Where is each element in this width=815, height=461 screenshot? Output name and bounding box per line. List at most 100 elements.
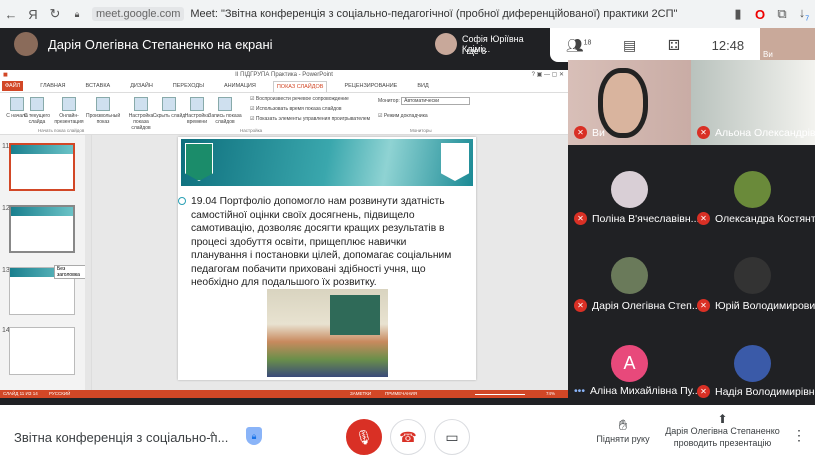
presenting-name: Дарія Олегівна Степаненко [665, 426, 780, 436]
ribbon-tabs: ФАЙЛ ГЛАВНАЯ ВСТАВКА ДИЗАЙН ПЕРЕХОДЫ АНИ… [0, 80, 568, 92]
others-more: і ще 8 [462, 46, 487, 56]
other-participants[interactable]: Софія Юріївна Клімі... і ще 8 [435, 30, 550, 60]
meet-bottom-bar: Звітна конференція з соціально-п... ^ 🔒︎… [0, 405, 815, 461]
tab-file[interactable]: ФАЙЛ [2, 81, 24, 91]
online-presentation-button[interactable]: Онлайн-презентация [52, 97, 86, 125]
activities-icon[interactable]: ⚃ [668, 37, 680, 54]
participant-tile[interactable]: ✕ Ви [568, 60, 691, 145]
url-field[interactable]: meet.google.com [92, 7, 185, 21]
participant-tile[interactable]: ✕ Дарія Олегівна Степ... [568, 235, 701, 323]
participant-name: Дарія Олегівна Степ... [592, 299, 701, 312]
back-icon[interactable]: ← [0, 7, 22, 22]
tab-transitions[interactable]: ПЕРЕХОДЫ [170, 81, 207, 91]
participant-avatar [734, 345, 771, 382]
tab-slideshow[interactable]: ПОКАЗ СЛАЙДОВ [272, 80, 328, 92]
hand-icon: ✋︎ [618, 417, 628, 434]
self-thumbnail[interactable]: Ви [760, 28, 815, 62]
narration-checkbox[interactable]: ☑ Воспроизвести речевое сопровождение [250, 96, 349, 102]
people-icon[interactable]: 👥︎18 [566, 37, 592, 54]
page-title: Meet: "Звітна конференція з соціально-пе… [190, 8, 678, 20]
mic-toggle-button[interactable]: 🎙︎ [346, 419, 382, 455]
yandex-icon[interactable]: Я [22, 7, 44, 22]
participant-name: Аліна Михайлівна Пу... [590, 385, 701, 397]
participant-name: Олександра Костянт... [715, 212, 815, 225]
presenting-button[interactable]: ⬆︎ Дарія Олегівна Степаненко проводить п… [665, 413, 780, 449]
participant-avatar [734, 171, 771, 208]
browser-toolbar: ← Я ↻ 🔒︎ meet.google.com Meet: "Звітна к… [0, 0, 815, 28]
participant-tile[interactable]: ✕ Юрій Володимирови... [691, 235, 815, 323]
monitor-select[interactable]: Монитор: Автоматически [378, 97, 471, 105]
participant-tile[interactable]: ✕ Олександра Костянт... [691, 145, 815, 235]
participants-count: 18 [583, 38, 592, 46]
window-controls[interactable]: ? ▣ — ▢ ✕ [532, 70, 564, 80]
participant-tile[interactable]: ✕ Альона Олександрів... [691, 60, 815, 145]
more-options-icon[interactable]: ••• [574, 385, 585, 397]
language: РУССКИЙ [48, 391, 71, 396]
meeting-title[interactable]: Звітна конференція з соціально-п... [14, 430, 228, 445]
timings-checkbox[interactable]: ☑ Использовать время показа слайдов [250, 106, 342, 112]
zoom-level: 74% [546, 391, 556, 396]
ppt-status-bar: СЛАЙД 11 ИЗ 14 РУССКИЙ ЗАМЕТКИ ПРИМЕЧАНИ… [0, 390, 568, 398]
tab-view[interactable]: ВИД [414, 81, 431, 91]
camera-toggle-button[interactable]: ▭ [434, 419, 470, 455]
presenting-status: проводить презентацію [673, 438, 772, 448]
mic-off-icon: ✕ [697, 385, 710, 398]
tab-design[interactable]: ДИЗАЙН [127, 81, 156, 91]
download-icon[interactable]: ↓7 [793, 5, 815, 23]
thumbnail-slide-12[interactable] [9, 205, 75, 253]
from-current-button[interactable]: С текущего слайда [20, 97, 54, 125]
participant-name: Надія Володимирівн... [715, 385, 815, 398]
self-label: Ви [763, 50, 773, 59]
group-label: Настройка [240, 128, 263, 133]
participant-grid: ✕ Ви ✕ Альона Олександрів... ✕ Поліна В'яче… [568, 60, 815, 405]
lock-icon: 🔒︎ [74, 8, 80, 19]
group-label: Мониторы [410, 128, 432, 133]
reload-icon[interactable]: ↻ [44, 6, 66, 22]
tab-home[interactable]: ГЛАВНАЯ [37, 81, 68, 91]
chat-icon[interactable]: ▤ [623, 37, 636, 54]
media-controls-checkbox[interactable]: ☑ Показать элементы управления проигрыва… [250, 116, 370, 122]
school-emblem-logo [185, 143, 213, 181]
tab-review[interactable]: РЕЦЕНЗИРОВАНИЕ [341, 81, 400, 91]
notes-button[interactable]: ЗАМЕТКИ [350, 390, 371, 398]
chevron-up-icon[interactable]: ^ [210, 429, 216, 443]
participant-name: Юрій Володимирови... [715, 299, 815, 312]
bullet-icon [178, 197, 186, 205]
current-slide[interactable]: 19.04 Портфоліо допомогло нам розвинути … [178, 137, 476, 380]
meet-controls-panel: 👥︎18 ▤ ⚃ 12:48 [550, 28, 760, 62]
mic-off-icon: ✕ [697, 212, 710, 225]
mic-off-icon: ✕ [574, 126, 587, 139]
more-options-icon[interactable]: ⋮ [792, 427, 806, 444]
slide-counter: СЛАЙД 11 ИЗ 14 [3, 391, 38, 396]
tab-animation[interactable]: АНИМАЦИЯ [221, 81, 259, 91]
participant-avatar [611, 257, 648, 294]
ribbon: С начала С текущего слайда Онлайн-презен… [0, 92, 568, 135]
university-logo [441, 143, 469, 181]
clock: 12:48 [711, 37, 745, 53]
participant-name: Альона Олександрів... [715, 126, 815, 139]
record-show-button[interactable]: Запись показа слайдов [208, 97, 242, 125]
participant-tile[interactable]: ✕ Надія Володимирівн... [691, 323, 815, 405]
hang-up-icon: ☎︎ [399, 429, 417, 445]
participant-tile[interactable]: ✕ Поліна В'ячеславівн... [568, 145, 699, 235]
thumbnail-scrollbar[interactable] [85, 135, 91, 390]
download-badge: 7 [805, 15, 810, 23]
camera-icon: ▭ [445, 429, 459, 445]
zoom-slider[interactable] [475, 393, 525, 395]
shield-icon[interactable]: 🔒︎ [246, 427, 262, 445]
tab-insert[interactable]: ВСТАВКА [83, 81, 114, 91]
bookmark-icon[interactable]: ▮ [727, 6, 749, 22]
collections-icon[interactable]: ⧉ [771, 6, 793, 22]
opera-icon[interactable]: O [749, 7, 771, 22]
raise-hand-button[interactable]: ✋︎ Підняти руку [590, 417, 656, 444]
thumbnail-slide-11[interactable] [9, 143, 75, 191]
comments-button[interactable]: ПРИМЕЧАНИЯ [385, 390, 417, 398]
participant-tile[interactable]: А ••• Аліна Михайлівна Пу... [568, 323, 701, 405]
presenter-view-checkbox[interactable]: ☑ Режим докладчика [378, 113, 428, 119]
leave-call-button[interactable]: ☎︎ [390, 419, 426, 455]
participant-name: Поліна В'ячеславівн... [592, 212, 700, 225]
slide-thumbnails: 11 12 13 Без заголовка 14 [0, 135, 92, 390]
custom-show-button[interactable]: Произвольный показ [86, 97, 120, 125]
thumbnail-slide-14[interactable] [9, 327, 75, 375]
participant-avatar [435, 33, 457, 55]
